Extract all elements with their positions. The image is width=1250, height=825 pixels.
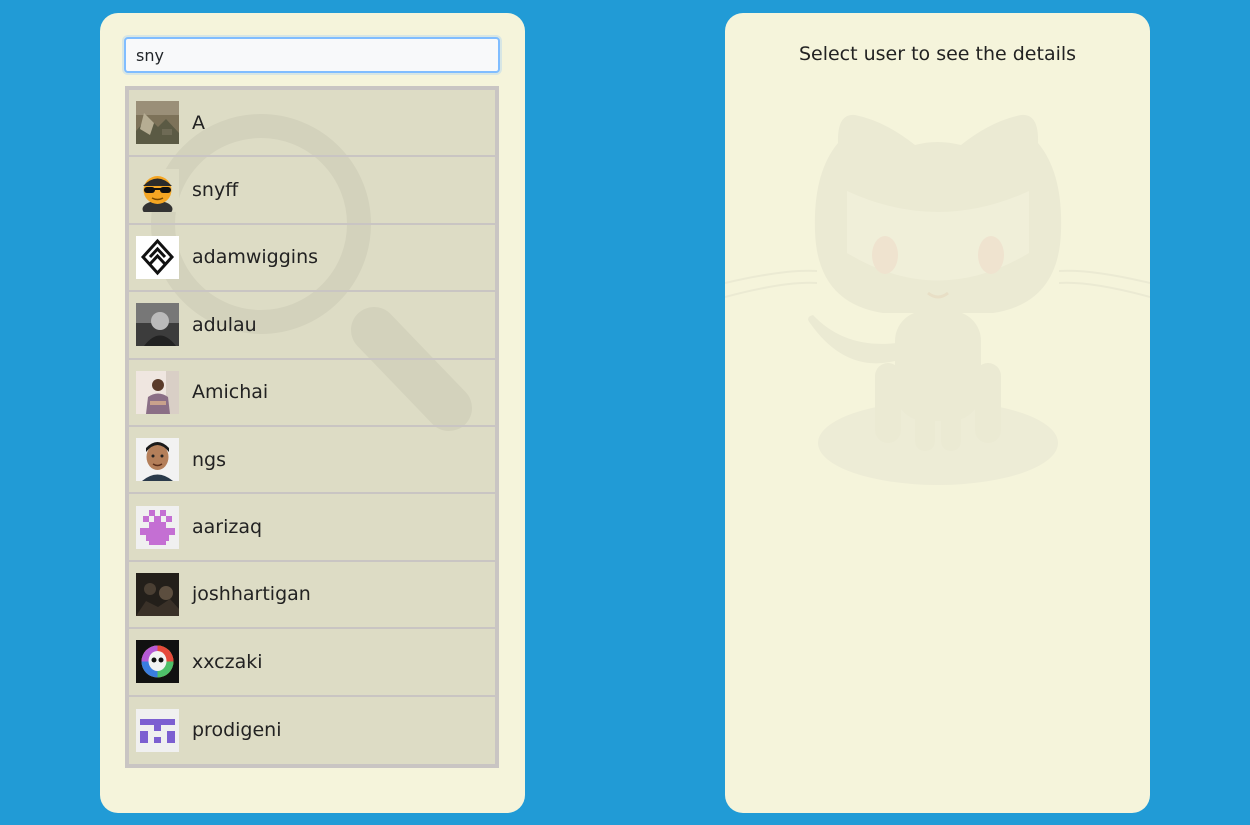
username: aarizaq — [192, 516, 263, 539]
username: Amichai — [192, 381, 269, 404]
avatar-diamond-logo — [136, 235, 179, 279]
username: prodigeni — [192, 719, 282, 742]
list-item[interactable]: xxczaki — [129, 629, 495, 697]
avatar-pink-identicon — [136, 505, 179, 549]
list-item[interactable]: adamwiggins — [129, 225, 495, 293]
list-item[interactable]: snyff — [129, 157, 495, 225]
username: adulau — [192, 313, 257, 336]
username: snyff — [192, 179, 239, 202]
details-prompt: Select user to see the details — [798, 43, 1077, 65]
avatar-face-photo — [136, 438, 179, 482]
avatar-purple-identicon — [136, 708, 179, 752]
username: A — [192, 111, 205, 134]
list-item[interactable]: Amichai — [129, 360, 495, 427]
avatar-grayscale-photo — [136, 303, 179, 347]
list-item[interactable]: adulau — [129, 292, 495, 360]
username: adamwiggins — [192, 246, 319, 269]
list-item[interactable]: aarizaq — [129, 494, 495, 562]
avatar-rainbow-skull — [136, 640, 179, 684]
username: joshhartigan — [192, 583, 311, 606]
octocat-watermark-icon — [725, 114, 1150, 485]
avatar-sunglasses-emoji — [136, 168, 179, 212]
list-item[interactable]: prodigeni — [129, 697, 495, 764]
list-item[interactable]: joshhartigan — [129, 562, 495, 630]
avatar-dark-photo — [136, 572, 179, 616]
avatar-person-photo — [136, 370, 179, 414]
search-input[interactable] — [124, 37, 500, 73]
search-panel: A snyff — [100, 13, 525, 813]
user-list[interactable]: A snyff adamwiggins adulau Amichai ngs a… — [125, 86, 499, 768]
username: ngs — [192, 448, 227, 471]
details-panel: Select user to see the details — [725, 13, 1150, 813]
username: xxczaki — [192, 650, 263, 673]
list-item[interactable]: A — [129, 90, 495, 158]
avatar-landscape-photo — [136, 101, 179, 145]
list-item[interactable]: ngs — [129, 427, 495, 495]
